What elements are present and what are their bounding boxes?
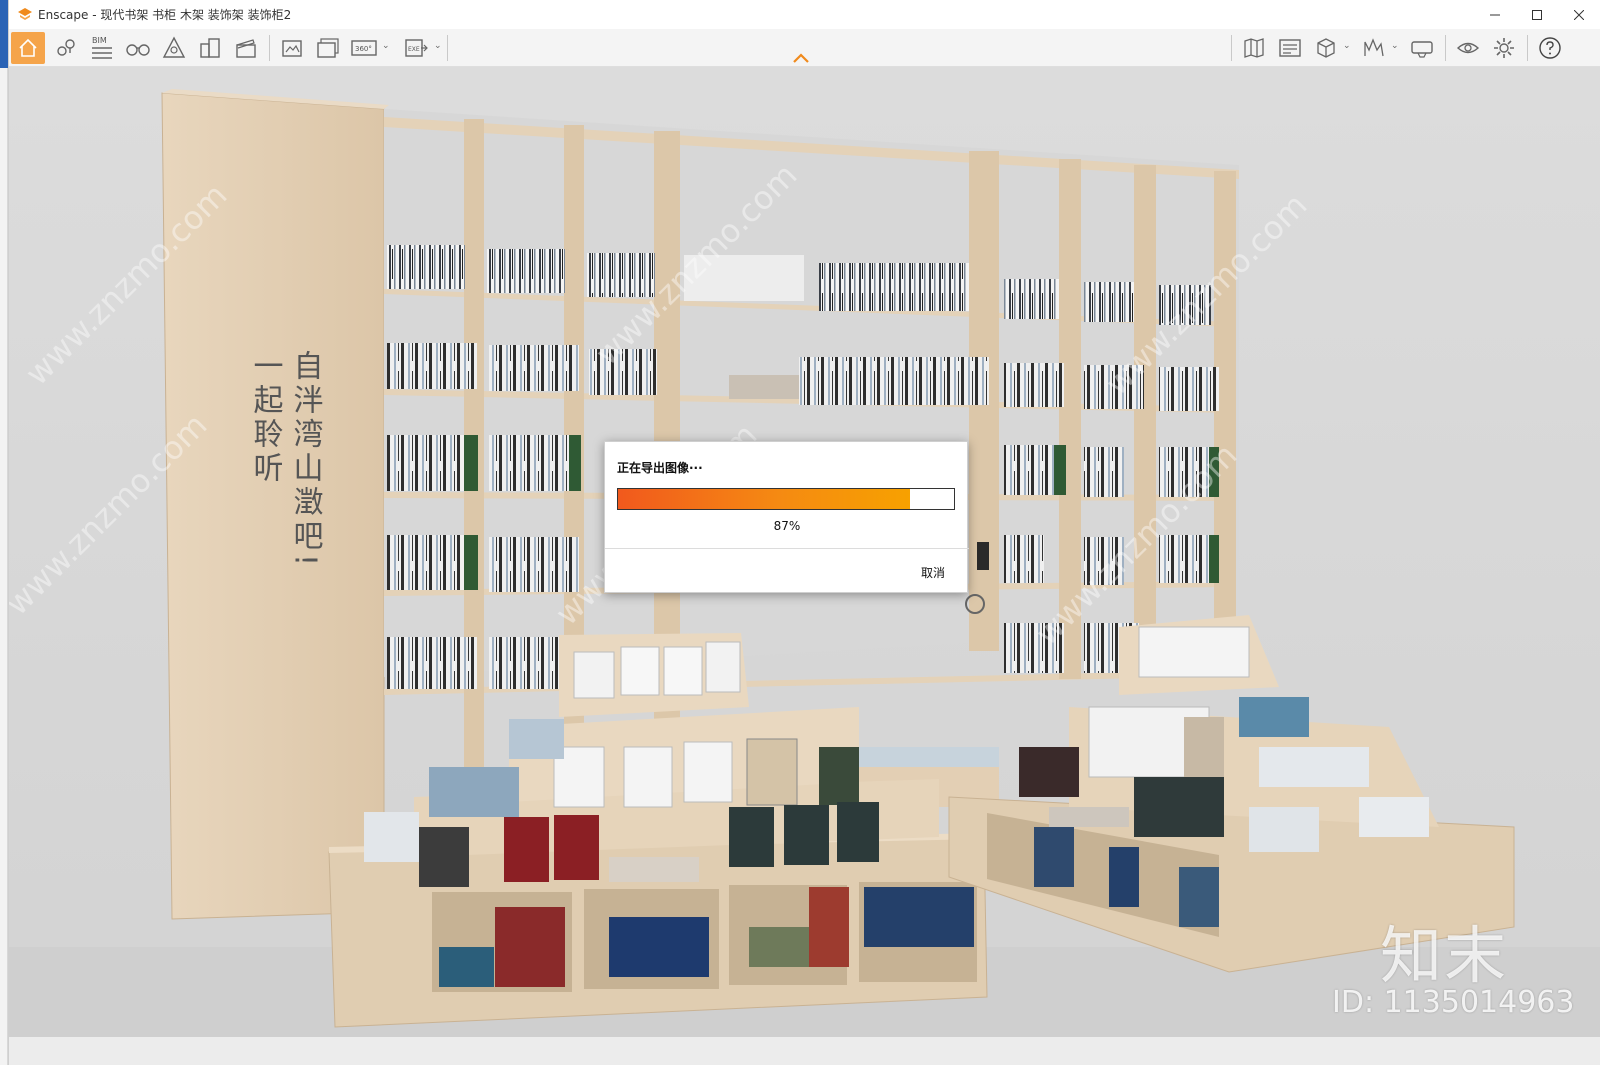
- help-button[interactable]: [1535, 32, 1565, 64]
- batch-render-icon: [317, 38, 339, 58]
- buildings-icon: [200, 38, 220, 58]
- screenshot-button[interactable]: [277, 32, 307, 64]
- bim-label: BIM: [92, 36, 107, 45]
- export-dropdown-chevron-icon[interactable]: ⌄: [434, 41, 442, 51]
- desktop-edge: [0, 0, 8, 1065]
- bim-button[interactable]: BIM: [87, 32, 117, 64]
- view-mode-dropdown-chevron-icon[interactable]: ⌄: [1343, 41, 1351, 51]
- home-icon: [19, 38, 37, 57]
- atmosphere-button[interactable]: [159, 32, 189, 64]
- help-icon: [1539, 37, 1561, 59]
- stats-dropdown-chevron-icon[interactable]: ⌄: [1391, 41, 1399, 51]
- video-editor-button[interactable]: [231, 32, 261, 64]
- bim-icon: BIM: [92, 36, 112, 59]
- toolbar-separator: [1527, 35, 1528, 61]
- location-pin-icon: [57, 39, 75, 56]
- stats-button[interactable]: [1359, 32, 1389, 64]
- title-bar: Enscape - 现代书架 书柜 木架 装饰架 装饰柜2: [9, 0, 1600, 29]
- toolbar-separator: [447, 35, 448, 61]
- clapperboard-icon: [236, 39, 256, 58]
- chart-icon: [1364, 38, 1384, 57]
- view-mode-button[interactable]: [1311, 32, 1341, 64]
- vr-headset-icon: [1411, 41, 1433, 58]
- window-title: Enscape - 现代书架 书柜 木架 装饰架 装饰柜2: [38, 6, 291, 23]
- dialog-divider: [605, 548, 969, 549]
- close-icon: [1574, 9, 1584, 20]
- gear-icon: [1494, 38, 1514, 58]
- vr-headset-button[interactable]: [1407, 32, 1437, 64]
- toolbar-separator: [269, 35, 270, 61]
- maximize-icon: [1532, 9, 1542, 20]
- bottom-strip: [9, 1037, 1600, 1065]
- export-progress-dialog: 正在导出图像··· 87% 取消: [604, 441, 969, 593]
- screenshot-icon: [282, 40, 302, 57]
- id-watermark: ID: 1135014963: [1332, 985, 1575, 1020]
- map-button[interactable]: [1239, 32, 1269, 64]
- app-name: Enscape: [38, 8, 89, 22]
- document-title: 现代书架 书柜 木架 装饰架 装饰柜2: [100, 8, 292, 22]
- progress-bar-fill: [618, 489, 911, 509]
- progress-percent: 87%: [773, 519, 801, 533]
- minimize-button[interactable]: [1474, 0, 1516, 29]
- desktop-blue-edge: [0, 0, 8, 68]
- brand-watermark: 知末: [1380, 919, 1509, 992]
- minimize-icon: [1490, 14, 1500, 15]
- info-panel-button[interactable]: [1275, 32, 1305, 64]
- info-panel-icon: [1279, 39, 1301, 57]
- panorama-icon: 360°: [351, 40, 377, 56]
- atmosphere-icon: [162, 36, 186, 58]
- enscape-logo-icon: [18, 7, 32, 20]
- binoculars-icon: [126, 44, 150, 56]
- eye-icon: [1456, 42, 1480, 54]
- panorama-dropdown-chevron-icon[interactable]: ⌄: [382, 41, 390, 51]
- close-button[interactable]: [1558, 0, 1600, 29]
- window-controls: [1474, 0, 1600, 29]
- panorama-button[interactable]: 360°: [349, 32, 379, 64]
- views-button[interactable]: [51, 32, 81, 64]
- dialog-title: 正在导出图像···: [617, 461, 703, 475]
- title-separator: -: [88, 8, 101, 22]
- progress-bar: [617, 488, 955, 510]
- sign-column-right: 自泮湾山澂吧!: [288, 350, 323, 570]
- collapse-toolbar-button[interactable]: [792, 49, 810, 68]
- panorama-label: 360°: [355, 45, 372, 53]
- cube-icon: [1317, 38, 1335, 58]
- toolbar-separator: [1445, 35, 1446, 61]
- export-exe-button[interactable]: EXE: [401, 32, 431, 64]
- export-exe-icon: EXE: [405, 39, 428, 57]
- export-exe-label: EXE: [408, 46, 420, 53]
- home-button[interactable]: [11, 32, 45, 64]
- maximize-button[interactable]: [1516, 0, 1558, 29]
- settings-button[interactable]: [1489, 32, 1519, 64]
- batch-render-button[interactable]: [313, 32, 343, 64]
- visibility-button[interactable]: [1453, 32, 1483, 64]
- sign-column-left: 一起聆听: [248, 350, 284, 486]
- toolbar-separator: [1231, 35, 1232, 61]
- cancel-button[interactable]: 取消: [921, 564, 945, 581]
- map-icon: [1244, 38, 1264, 58]
- chevron-up-icon: [793, 53, 809, 63]
- binoculars-button[interactable]: [123, 32, 153, 64]
- buildings-button[interactable]: [195, 32, 225, 64]
